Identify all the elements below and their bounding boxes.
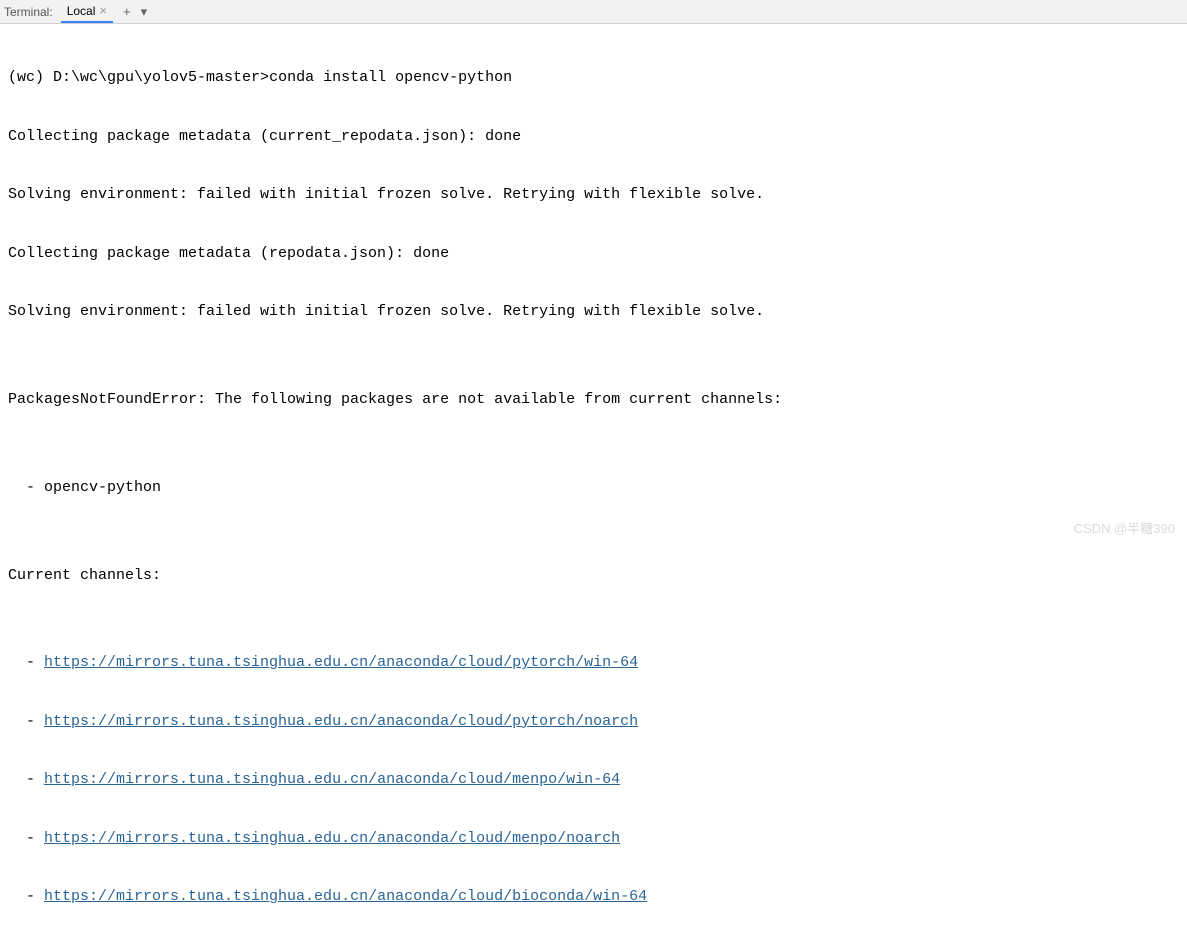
output-line: Solving environment: failed with initial… <box>8 297 1179 326</box>
output-line: Solving environment: failed with initial… <box>8 180 1179 209</box>
tab-label: Local <box>67 4 96 18</box>
channel-line: - https://mirrors.tuna.tsinghua.edu.cn/a… <box>8 648 1179 677</box>
missing-package-line: - opencv-python <box>8 473 1179 502</box>
working-dir: D:\wc\gpu\yolov5-master> <box>53 69 269 86</box>
close-icon[interactable]: × <box>99 4 107 17</box>
error-line: PackagesNotFoundError: The following pac… <box>8 385 1179 414</box>
env-name: (wc) <box>8 69 53 86</box>
command-text: conda install opencv-python <box>269 69 512 86</box>
toolbar-label: Terminal: <box>4 5 53 19</box>
channel-link[interactable]: https://mirrors.tuna.tsinghua.edu.cn/ana… <box>44 713 638 730</box>
channel-line: - https://mirrors.tuna.tsinghua.edu.cn/a… <box>8 765 1179 794</box>
add-terminal-button[interactable]: + <box>123 4 131 19</box>
output-line: Collecting package metadata (repodata.js… <box>8 239 1179 268</box>
prompt-line: (wc) D:\wc\gpu\yolov5-master>conda insta… <box>8 63 1179 92</box>
channels-header: Current channels: <box>8 561 1179 590</box>
channel-line: - https://mirrors.tuna.tsinghua.edu.cn/a… <box>8 707 1179 736</box>
channel-link[interactable]: https://mirrors.tuna.tsinghua.edu.cn/ana… <box>44 771 620 788</box>
channel-link[interactable]: https://mirrors.tuna.tsinghua.edu.cn/ana… <box>44 654 638 671</box>
terminal-toolbar: Terminal: Local × + ▾ <box>0 0 1187 24</box>
channel-link[interactable]: https://mirrors.tuna.tsinghua.edu.cn/ana… <box>44 830 620 847</box>
output-line: Collecting package metadata (current_rep… <box>8 122 1179 151</box>
channel-line: - https://mirrors.tuna.tsinghua.edu.cn/a… <box>8 882 1179 911</box>
channel-line: - https://mirrors.tuna.tsinghua.edu.cn/a… <box>8 824 1179 853</box>
channel-link[interactable]: https://mirrors.tuna.tsinghua.edu.cn/ana… <box>44 888 647 905</box>
terminal-dropdown-icon[interactable]: ▾ <box>141 4 148 20</box>
watermark: CSDN @半糖390 <box>1074 518 1175 537</box>
terminal-output[interactable]: (wc) D:\wc\gpu\yolov5-master>conda insta… <box>0 24 1187 951</box>
terminal-tab-local[interactable]: Local × <box>61 0 113 23</box>
